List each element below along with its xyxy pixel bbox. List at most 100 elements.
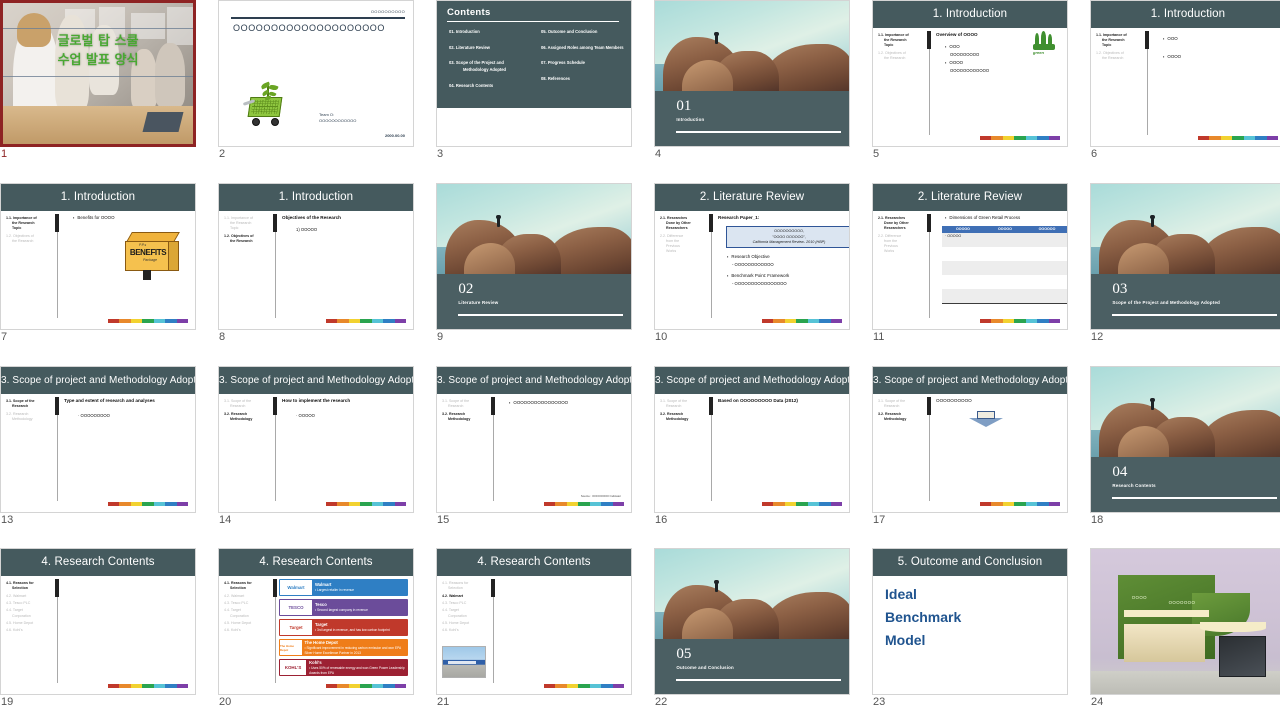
accent-swatch (1002, 136, 1015, 140)
accent-swatch (566, 502, 579, 506)
slide-thumbnail-3[interactable]: Contents 01. Introduction 02. Literature R… (436, 0, 632, 160)
accent-swatch (612, 502, 624, 506)
section-band: 02 Literature Review (437, 273, 631, 329)
slide-thumbnail-24[interactable]: OOOO OOOOOOO 24 (1090, 548, 1280, 708)
slide-thumbnail-14[interactable]: 3. Scope of project and Methodology Adop… (218, 366, 414, 526)
slide-thumbnail-17[interactable]: 3. Scope of project and Methodology Adop… (872, 366, 1068, 526)
ideal-line2: Benchmark (885, 609, 962, 625)
accent-swatch (130, 319, 143, 323)
nav-active-tab (927, 397, 931, 415)
contents-item[interactable]: 04. Research Contents (449, 82, 533, 89)
slide-thumbnail-15[interactable]: 3. Scope of project and Methodology Adop… (436, 366, 632, 526)
accent-swatch (119, 319, 131, 323)
slide-preview[interactable]: 4. Research Contents 4.1. Reasons for Sele… (218, 548, 414, 695)
side-nav-item: 4.2. Walmart (6, 594, 54, 599)
slide-side-nav: 3.1. Scope of the Research 3.2. Research Me… (442, 399, 490, 424)
slide-preview[interactable]: 03 Scope of the Project and Methodology A… (1090, 183, 1280, 330)
slide-thumbnail-6[interactable]: 1. Introduction 1.1. Importance of the Res… (1090, 0, 1280, 160)
contents-item[interactable]: 06. Assigned Roles among Team Members (541, 44, 631, 51)
company-row[interactable]: Walmart Walmart • Largest retailer in reve… (279, 579, 408, 596)
side-nav-item: 4.6. Kohl's (442, 628, 490, 633)
company-row[interactable]: The Home Depot The Home Depot • Significan… (279, 639, 408, 656)
slide-preview[interactable]: 3. Scope of project and Methodology Adop… (872, 366, 1068, 513)
slide-thumbnail-16[interactable]: 3. Scope of project and Methodology Adop… (654, 366, 850, 526)
section-label: Literature Review (458, 300, 499, 306)
slide-preview[interactable]: 04 Research Contents (1090, 366, 1280, 513)
slide-preview[interactable]: 1. Introduction 1.1. Importance of the Res… (218, 183, 414, 330)
accent-swatch (1037, 136, 1049, 140)
slide-thumbnail-18[interactable]: 04 Research Contents 18 (1090, 366, 1280, 526)
slide-number: 4 (655, 148, 662, 160)
slide-number: 18 (1091, 514, 1104, 526)
slide-thumbnail-4[interactable]: 01 Introduction 4 (654, 0, 850, 160)
slide-thumbnail-1[interactable]: 글로벌 탑 스쿨 수업 발표 양식 1 (0, 0, 196, 160)
company-row[interactable]: KOHL'S Kohl's • Uses 50% of renewable ener… (279, 659, 408, 676)
contents-item[interactable]: 07. Progress Schedule (541, 59, 631, 66)
slide-preview[interactable]: 4. Research Contents 4.1. Reasons for Sele… (436, 548, 632, 695)
slide-thumbnail-13[interactable]: 3. Scope of project and Methodology Adop… (0, 366, 196, 526)
slide-thumbnail-2[interactable]: OOOOOOOOOO OOOOOOOOOOOOOOOOOOOO Team O: OOO… (218, 0, 414, 160)
contents-item[interactable]: 02. Literature Review (449, 44, 533, 51)
slide-preview[interactable]: 5. Outcome and Conclusion Ideal Benchmark M… (872, 548, 1068, 695)
slide-preview[interactable]: 3. Scope of project and Methodology Adop… (436, 366, 632, 513)
contents-item[interactable]: 01. Introduction (449, 28, 533, 35)
slide-preview[interactable]: 4. Research Contents 4.1. Reasons for Sele… (0, 548, 196, 695)
contents-item[interactable]: 08. References (541, 75, 631, 82)
mountain-photo (1091, 367, 1280, 457)
accent-swatch (1002, 502, 1015, 506)
slide-preview[interactable]: 05 Outcome and Conclusion (654, 548, 850, 695)
slide-side-nav: 4.1. Reasons for Selection 4.2. Walmart 4.3… (224, 581, 272, 636)
slide-preview[interactable]: 1. Introduction 1.1. Importance of the Res… (1090, 0, 1280, 147)
slide-thumbnail-23[interactable]: 5. Outcome and Conclusion Ideal Benchmark M… (872, 548, 1068, 708)
slide-sorter-grid[interactable]: 글로벌 탑 스쿨 수업 발표 양식 1 OOOOOOOOOO OOOOOOOOOOOOO… (0, 0, 1280, 720)
box-small-text-top: P.P.s (139, 243, 147, 247)
nav-active-tab (55, 579, 59, 597)
slide-preview[interactable]: OOOO OOOOOOO (1090, 548, 1280, 695)
contents-item[interactable]: 03. Scope of the Project and Methodology … (449, 59, 533, 73)
company-row[interactable]: Target Target • 3rd largest in revenue, an… (279, 619, 408, 636)
slide-thumbnail-21[interactable]: 4. Research Contents 4.1. Reasons for Sele… (436, 548, 632, 708)
slide-preview[interactable]: 3. Scope of project and Methodology Adop… (218, 366, 414, 513)
slide-thumbnail-20[interactable]: 4. Research Contents 4.1. Reasons for Sele… (218, 548, 414, 708)
slide-preview[interactable]: 3. Scope of project and Methodology Adop… (0, 366, 196, 513)
slide-thumbnail-8[interactable]: 1. Introduction 1.1. Importance of the Res… (218, 183, 414, 343)
slide-thumbnail-11[interactable]: 2. Literature Review 2.1. Researches Done … (872, 183, 1068, 343)
side-nav-item: 1.1. Importance of the Research Topic (224, 216, 272, 232)
slide-preview[interactable]: 3. Scope of project and Methodology Adop… (654, 366, 850, 513)
side-nav-item: 2.2. Difference from the Previous Works (878, 234, 926, 255)
slide-preview[interactable]: 02 Literature Review (436, 183, 632, 330)
side-nav-line: the Research (884, 56, 906, 60)
slide-body: OOOOOOOOOOOOOOOO (500, 397, 626, 407)
accent-swatch (1048, 319, 1060, 323)
slide-preview[interactable]: 01 Introduction (654, 0, 850, 147)
accent-swatch (108, 502, 120, 506)
side-nav-item: 3.2. Research Methodology (660, 412, 708, 422)
slide-preview[interactable]: 1. Introduction 1.1. Importance of the Res… (872, 0, 1068, 147)
contents-item[interactable]: 05. Outcome and Conclusion (541, 28, 631, 35)
slide-thumbnail-9[interactable]: 02 Literature Review 9 (436, 183, 632, 343)
slide-thumbnail-10[interactable]: 2. Literature Review 2.1. Researches Done … (654, 183, 850, 343)
slide-title-bar: 2. Literature Review (873, 184, 1067, 211)
slide-preview[interactable]: 2. Literature Review 2.1. Researches Done … (872, 183, 1068, 330)
accent-swatch (176, 684, 188, 688)
slide-number: 19 (1, 696, 14, 708)
accent-swatch (383, 502, 395, 506)
slide-title-bar: 1. Introduction (873, 1, 1067, 28)
slide-preview[interactable]: 글로벌 탑 스쿨 수업 발표 양식 (0, 0, 196, 147)
slide-thumbnail-5[interactable]: 1. Introduction 1.1. Importance of the Res… (872, 0, 1068, 160)
slide-thumbnail-22[interactable]: 05 Outcome and Conclusion 22 (654, 548, 850, 708)
slide-preview[interactable]: 1. Introduction 1.1. Importance of the Res… (0, 183, 196, 330)
accent-swatch (601, 684, 613, 688)
company-row[interactable]: TESCO Tesco • Second largest company in re… (279, 599, 408, 616)
side-nav-line: Works (666, 249, 677, 254)
side-nav-item: 4.4. Target Corporation (6, 608, 54, 618)
accent-swatch (1048, 502, 1060, 506)
slide-number: 2 (219, 148, 226, 160)
slide-thumbnail-19[interactable]: 4. Research Contents 4.1. Reasons for Sele… (0, 548, 196, 708)
slide-preview[interactable]: 2. Literature Review 2.1. Researches Done … (654, 183, 850, 330)
slide-thumbnail-7[interactable]: 1. Introduction 1.1. Importance of the Res… (0, 183, 196, 343)
slide-preview[interactable]: Contents 01. Introduction 02. Literature R… (436, 0, 632, 147)
slide-thumbnail-12[interactable]: 03 Scope of the Project and Methodology A… (1090, 183, 1280, 343)
accent-color-bar (762, 502, 842, 506)
slide-preview[interactable]: OOOOOOOOOO OOOOOOOOOOOOOOOOOOOO Team O: OOO… (218, 0, 414, 147)
